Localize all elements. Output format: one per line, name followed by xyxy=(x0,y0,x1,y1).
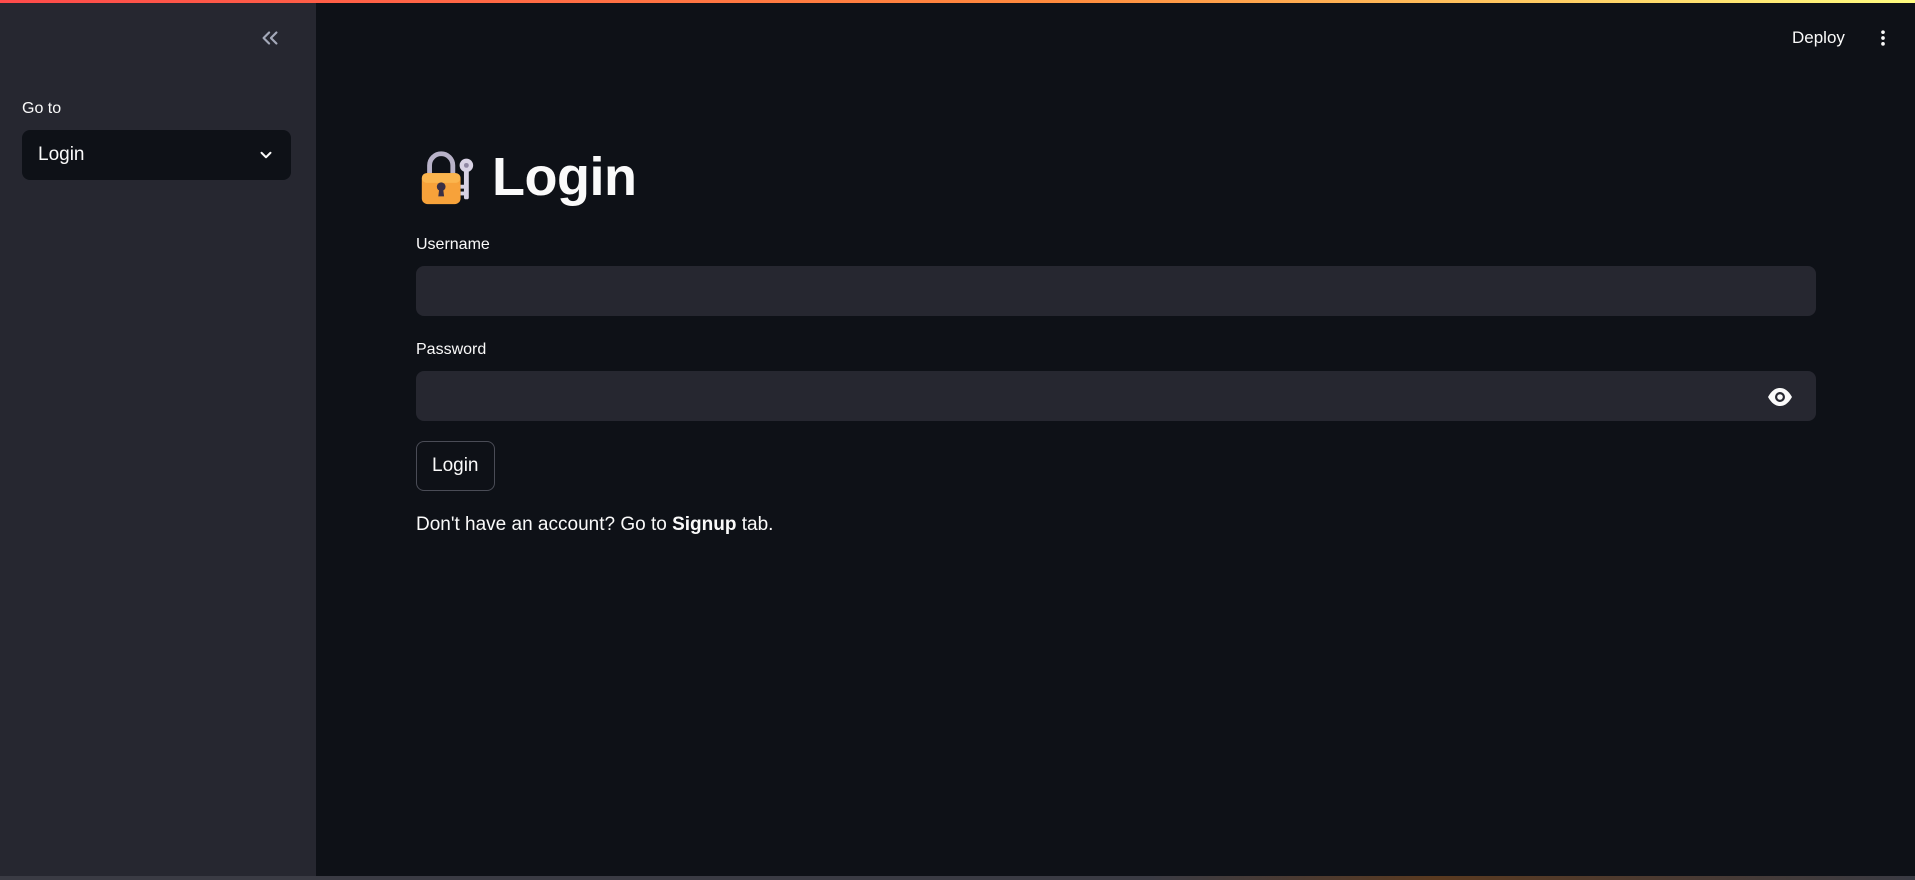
signup-hint-suffix: tab. xyxy=(736,514,774,535)
login-button[interactable]: Login xyxy=(416,441,495,491)
show-password-button[interactable] xyxy=(1760,383,1800,411)
deploy-button[interactable]: Deploy xyxy=(1792,24,1845,52)
bottom-strip xyxy=(0,876,1915,880)
main-content: Deploy Login Username Password Login Don… xyxy=(316,0,1915,876)
nav-select-label: Go to xyxy=(22,100,62,117)
signup-hint: Don't have an account? Go to Signup tab. xyxy=(416,514,773,536)
page-header: Login xyxy=(416,142,637,212)
sidebar: Go to Login xyxy=(0,0,316,876)
nav-select-value: Login xyxy=(38,144,85,165)
username-input[interactable] xyxy=(416,266,1816,316)
top-decoration-bar xyxy=(0,0,1915,3)
locked-with-key-icon xyxy=(421,151,474,205)
nav-select[interactable]: Login xyxy=(22,130,291,180)
username-label: Username xyxy=(416,236,490,253)
signup-hint-link: Signup xyxy=(672,514,737,535)
main-menu-button[interactable] xyxy=(1869,24,1897,52)
vertical-ellipsis-icon xyxy=(1881,30,1885,46)
password-label: Password xyxy=(416,341,487,358)
eye-icon xyxy=(1768,388,1792,406)
double-chevron-left-icon xyxy=(262,31,278,45)
password-input[interactable] xyxy=(416,371,1816,421)
signup-hint-prefix: Don't have an account? Go to xyxy=(416,514,673,535)
page-title: Login xyxy=(492,147,637,207)
chevron-down-icon xyxy=(257,146,275,164)
collapse-sidebar-button[interactable] xyxy=(256,24,284,52)
